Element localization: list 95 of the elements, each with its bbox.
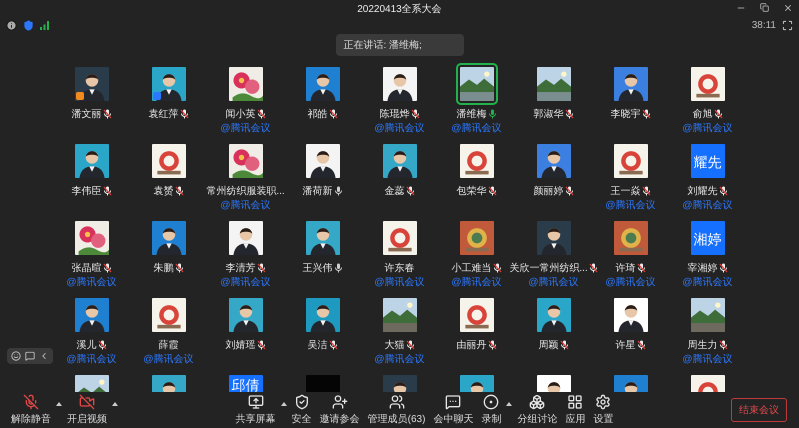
platform-label: @腾讯会议 [66,352,117,366]
grid-icon [567,394,584,410]
participant-name: 朱鹏 [154,262,174,275]
platform-label: @腾讯会议 [66,276,117,289]
members-button[interactable]: 管理成员(63) [364,392,428,428]
platform-label: @腾讯会议 [374,122,425,135]
caret-icon[interactable] [506,402,512,406]
close-icon[interactable] [783,3,793,13]
participant-name: 周生力 [688,338,718,352]
shield-icon[interactable] [23,20,34,30]
participant-name: 由丽丹 [456,338,486,352]
participant-name: 潘维梅 [456,108,486,121]
participant-name: 闻小英 [226,108,256,121]
platform-label: @腾讯会议 [605,198,656,212]
chat-icon[interactable] [25,351,35,361]
platform-label: @腾讯会议 [451,276,502,289]
users-icon [388,394,404,410]
participant-name: 周颖 [538,338,558,352]
security-button[interactable]: 安全 [288,392,315,428]
participant-name: 吴洁 [308,338,328,352]
participant-name: 潘文丽 [72,108,102,121]
fullscreen-icon[interactable] [782,20,793,30]
participant-name: 刘婧瑶 [226,338,256,352]
participant-name: 祁皓 [308,108,328,121]
chat-button[interactable]: 会中聊天 [430,392,476,428]
muted-mic-icon [23,394,39,410]
participant-name: 郭淑华 [534,108,564,121]
participant-name: 关欣一常州纺织... [509,262,588,275]
participant-name: 李晓宇 [610,108,640,121]
info-icon[interactable] [6,20,17,30]
participant-name: 陈琨烨 [380,108,410,121]
caret-icon[interactable] [112,402,118,406]
meeting-timer: 38:11 [752,20,776,30]
platform-label: @腾讯会议 [220,198,271,212]
share-screen-button[interactable]: 共享屏幕 [232,392,279,428]
participant-name: 王一焱 [610,184,640,198]
platform-label: @腾讯会议 [220,122,271,135]
window-title: 20220413全系大会 [357,2,442,16]
participant-name: 薛霞 [158,338,178,352]
platform-label: @腾讯会议 [605,276,656,289]
participant-name: 许星 [616,339,636,352]
avatar-initials: 湘婷 [694,231,722,247]
participant-name: 许东春 [384,262,414,275]
platform-label: @腾讯会议 [143,352,194,366]
apps-button[interactable]: 应用 [562,392,588,428]
speaker-notice: 正在讲话: 潘维梅; [336,34,464,56]
participant-name: 许琦 [616,262,636,275]
avatar-initials: 邱倩 [232,377,260,392]
platform-label: @腾讯会议 [220,276,271,289]
participant-name: 俞旭 [692,108,712,121]
settings-icon [595,394,612,410]
participant-name: 李清芳 [226,262,256,275]
unmute-button[interactable]: 解除静音 [8,392,54,428]
participant-name: 袁红萍 [148,108,178,121]
record-button[interactable]: 录制 [478,392,504,428]
participant-name: 李伟臣 [72,184,102,198]
video-button[interactable]: 开启视频 [64,392,110,428]
platform-label: @腾讯会议 [682,276,733,289]
invite-button[interactable]: 邀请参会 [316,392,363,428]
participant-name: 包荣华 [456,184,486,198]
participant-name: 张晶暄 [72,262,102,275]
signal-icon[interactable] [40,20,49,30]
caret-icon[interactable] [280,402,287,406]
chat-icon [445,394,462,410]
record-icon [483,394,500,410]
platform-label: @腾讯会议 [374,352,425,366]
platform-label: @腾讯会议 [528,276,579,289]
breakout-button[interactable]: 分组讨论 [514,392,560,428]
boxes-icon [529,394,546,410]
platform-label: @腾讯会议 [451,122,502,135]
participant-name: 宰湘婷 [688,262,718,275]
video-off-icon [79,394,95,410]
shield-icon [294,394,310,410]
participant-name: 常州纺织服装职... [206,184,285,198]
platform-label: @腾讯会议 [682,122,733,135]
end-meeting-button[interactable]: 结束会议 [731,398,788,422]
participant-name: 颜丽婷 [534,184,564,198]
platform-label: @腾讯会议 [682,198,733,212]
participant-name: 大猫 [384,338,404,352]
participant-name: 潘荷新 [302,184,332,198]
participant-name: 刘耀先 [688,184,718,198]
participant-name: 小工难当 [452,262,492,275]
caret-icon[interactable] [56,402,62,406]
add-user-icon [332,394,348,410]
restore-icon[interactable] [760,3,769,12]
participant-name: 金蕊 [384,184,404,198]
platform-label: @腾讯会议 [374,276,425,289]
participant-name: 溪儿 [76,338,96,352]
platform-label: @腾讯会议 [682,352,733,366]
screen-share-icon [248,394,264,410]
settings-button[interactable]: 设置 [590,392,616,428]
emoji-icon[interactable] [11,351,21,361]
participant-name: 袁赟 [154,184,174,198]
avatar-initials: 耀先 [694,154,722,170]
participant-name: 王兴伟 [302,262,332,275]
